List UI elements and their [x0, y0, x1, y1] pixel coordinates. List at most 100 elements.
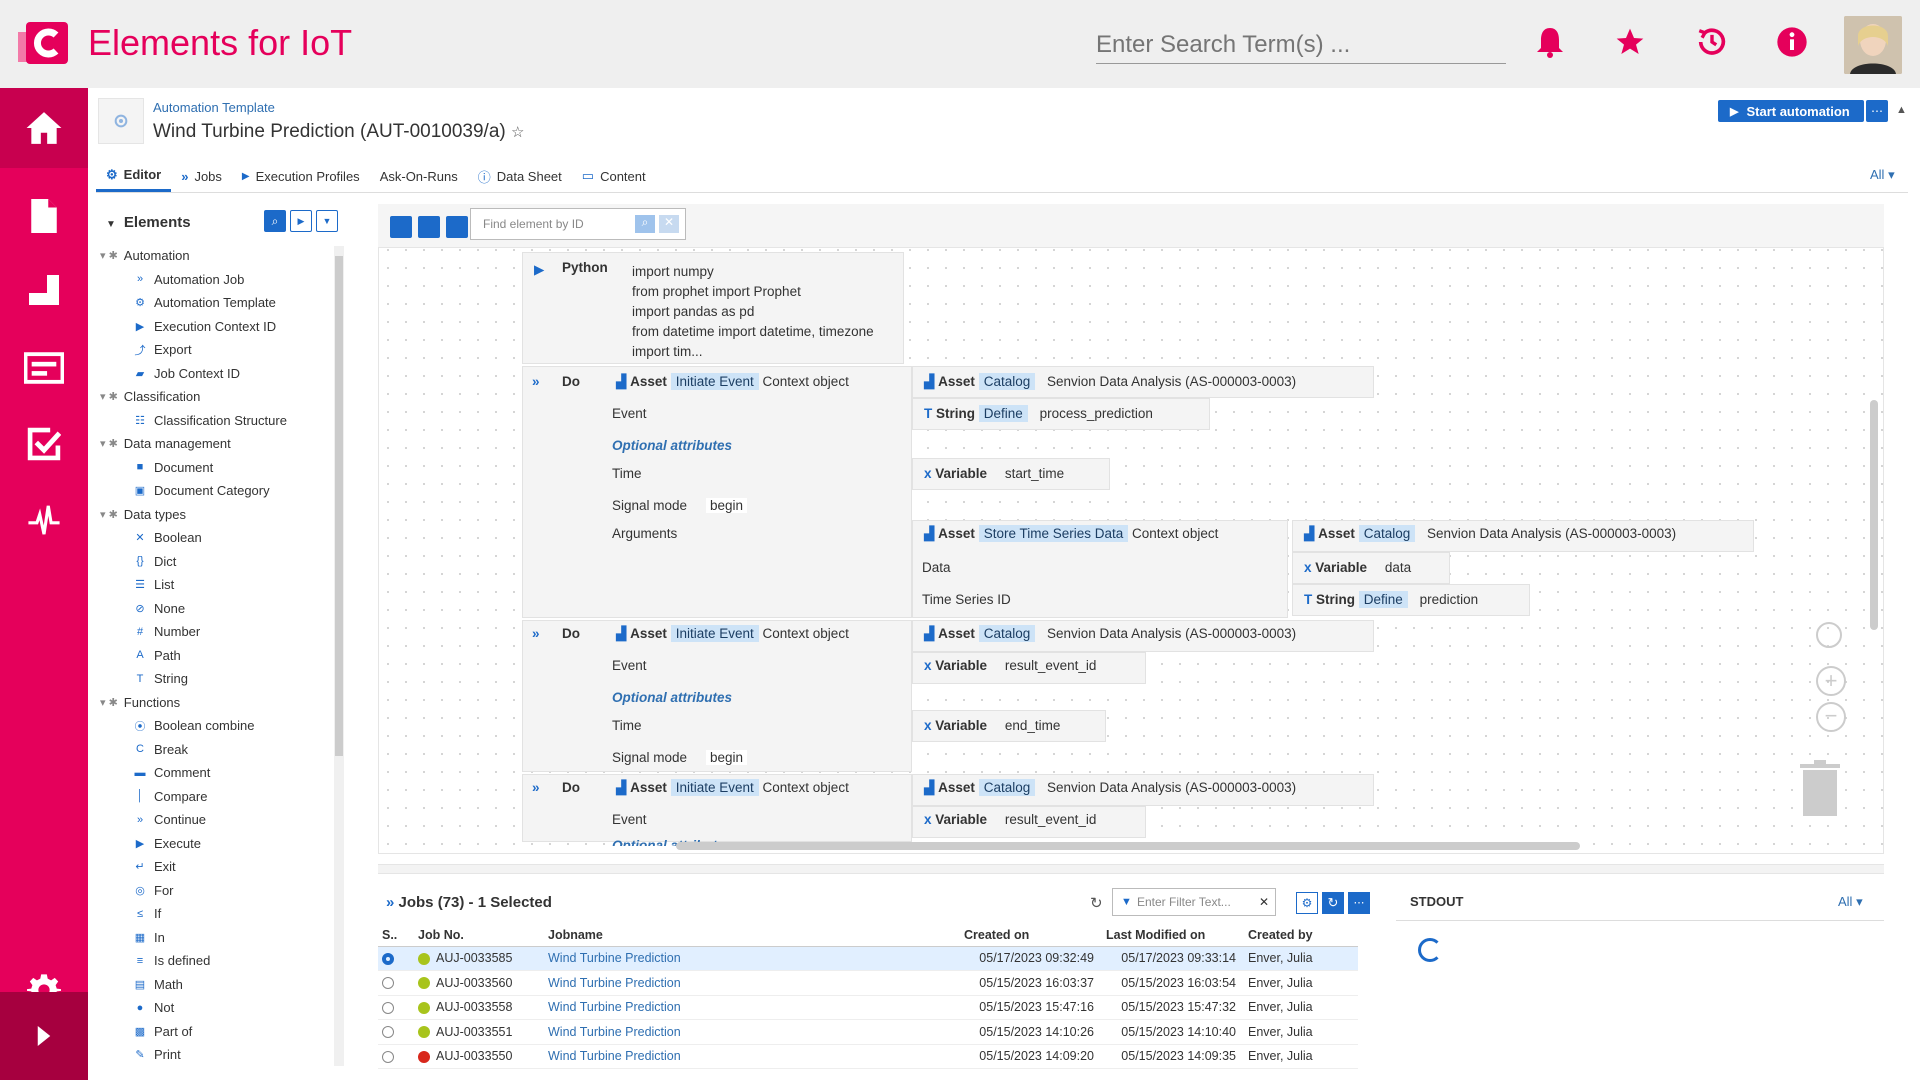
- tree-group[interactable]: ▾ ✱ Data management: [96, 432, 336, 456]
- chevron-down-icon[interactable]: ▾ ✱: [100, 437, 118, 450]
- tree-item[interactable]: ▤ Math: [96, 973, 336, 997]
- tree-item[interactable]: ⤴ Export: [96, 338, 336, 362]
- tree-item[interactable]: T String: [96, 667, 336, 691]
- table-row[interactable]: AUJ-0033550 Wind Turbine Prediction 05/15/…: [378, 1044, 1358, 1069]
- tree-item[interactable]: ⊘ None: [96, 597, 336, 621]
- canvas-vertical-scrollbar[interactable]: [1870, 400, 1878, 630]
- tree-item[interactable]: ▦ In: [96, 926, 336, 950]
- job-link[interactable]: Wind Turbine Prediction: [548, 951, 681, 965]
- info-icon[interactable]: [1772, 22, 1812, 62]
- tree-group[interactable]: ▾ ✱ Automation: [96, 244, 336, 268]
- row-select-cell[interactable]: [378, 946, 414, 971]
- tree-item[interactable]: ▶ Execute: [96, 832, 336, 856]
- col-status[interactable]: S..: [378, 924, 414, 947]
- save-icon[interactable]: [390, 216, 412, 238]
- assets-icon[interactable]: [0, 250, 88, 330]
- jobs-filter-input[interactable]: ▼ Enter Filter Text... ✕: [1112, 888, 1276, 916]
- row-select-cell[interactable]: [378, 1019, 414, 1045]
- tab-jobs[interactable]: » Jobs: [171, 160, 232, 192]
- table-row[interactable]: AUJ-0033558 Wind Turbine Prediction 05/15/…: [378, 995, 1358, 1020]
- tasks-check-icon[interactable]: [0, 404, 88, 484]
- jobs-settings-button[interactable]: ⚙: [1296, 892, 1318, 914]
- table-row[interactable]: AUJ-0033551 Wind Turbine Prediction 05/15/…: [378, 1019, 1358, 1045]
- tree-item[interactable]: ▬ Comment: [96, 761, 336, 785]
- tab-data-sheet[interactable]: ⓘ Data Sheet: [468, 160, 572, 192]
- asset-initiate-row-3[interactable]: ▟ Asset Initiate Event Context object: [616, 779, 849, 796]
- signal-mode-value[interactable]: begin: [706, 750, 748, 765]
- tree-item[interactable]: {} Dict: [96, 550, 336, 574]
- tree-item[interactable]: ▣ Document Category: [96, 479, 336, 503]
- tree-item[interactable]: ☷ Classification Structure: [96, 409, 336, 433]
- col-created-by[interactable]: Created by: [1244, 924, 1358, 947]
- tree-item[interactable]: ◎ For: [96, 879, 336, 903]
- find-search-icon[interactable]: ⌕: [635, 215, 655, 233]
- more-actions-button[interactable]: ⋯: [1866, 100, 1888, 122]
- asset-initiate-row-1[interactable]: ▟ Asset Initiate Event Context object: [616, 373, 849, 390]
- col-last-modified[interactable]: Last Modified on: [1102, 924, 1244, 947]
- home-icon[interactable]: [0, 88, 88, 168]
- tree-item[interactable]: ■ Document: [96, 456, 336, 480]
- global-search-input[interactable]: [1096, 26, 1506, 64]
- table-row[interactable]: AUJ-0033560 Wind Turbine Prediction 05/15/…: [378, 970, 1358, 996]
- collapse-header-icon[interactable]: ▲: [1896, 104, 1907, 116]
- tree-item[interactable]: ⦿ Boolean combine: [96, 714, 336, 738]
- table-row[interactable]: AUJ-0033585 Wind Turbine Prediction 05/17/…: [378, 946, 1358, 971]
- job-link[interactable]: Wind Turbine Prediction: [548, 1049, 681, 1063]
- tree-item[interactable]: » Automation Job: [96, 268, 336, 292]
- row-radio[interactable]: [382, 1026, 394, 1039]
- row-radio[interactable]: [382, 952, 394, 965]
- row-radio[interactable]: [382, 1050, 394, 1063]
- favorite-star-icon[interactable]: ☆: [511, 124, 524, 141]
- tree-item[interactable]: │ Compare: [96, 785, 336, 809]
- document-icon[interactable]: [0, 176, 88, 256]
- tree-item[interactable]: ↵ Exit: [96, 855, 336, 879]
- canvas-horizontal-scrollbar[interactable]: [676, 842, 1580, 850]
- jobs-reload-button[interactable]: ↻: [1322, 892, 1344, 914]
- zoom-out-icon[interactable]: −: [1816, 702, 1846, 732]
- tree-item[interactable]: ✕ Boolean: [96, 526, 336, 550]
- tab-ask-on-runs[interactable]: Ask-On-Runs: [370, 160, 468, 192]
- optional-attributes-label[interactable]: Optional attributes: [612, 438, 732, 453]
- find-clear-icon[interactable]: ✕: [659, 215, 679, 233]
- tree-item[interactable]: ▰ Job Context ID: [96, 362, 336, 386]
- stdout-filter-dropdown[interactable]: All ▾: [1838, 894, 1863, 910]
- elements-next-button[interactable]: ▶: [290, 210, 312, 232]
- activity-pulse-icon[interactable]: [0, 480, 88, 560]
- trash-icon[interactable]: [1800, 760, 1840, 818]
- tree-group[interactable]: ▾ ✱ Classification: [96, 385, 336, 409]
- jobname-cell[interactable]: Wind Turbine Prediction: [544, 1044, 960, 1069]
- zoom-in-icon[interactable]: +: [1816, 666, 1846, 696]
- chevron-down-icon[interactable]: ▾ ✱: [100, 249, 118, 262]
- jobname-cell[interactable]: Wind Turbine Prediction: [544, 995, 960, 1020]
- history-icon[interactable]: [1692, 22, 1732, 62]
- chevron-down-icon[interactable]: ▾ ✱: [100, 390, 118, 403]
- jobname-cell[interactable]: Wind Turbine Prediction: [544, 946, 960, 971]
- do-block-1[interactable]: [522, 366, 912, 618]
- tree-item[interactable]: ≤ If: [96, 902, 336, 926]
- clear-filter-icon[interactable]: ✕: [1259, 895, 1269, 909]
- tree-item[interactable]: ☰ List: [96, 573, 336, 597]
- bell-icon[interactable]: [1530, 22, 1570, 62]
- expand-sidebar-icon[interactable]: [0, 992, 88, 1080]
- jobname-cell[interactable]: Wind Turbine Prediction: [544, 1019, 960, 1045]
- tab-editor[interactable]: ⚙ Editor: [96, 160, 172, 192]
- tree-item[interactable]: ✎ Print: [96, 1043, 336, 1067]
- save-version-icon[interactable]: [446, 216, 468, 238]
- col-job-no[interactable]: Job No.: [414, 924, 544, 947]
- jobs-more-button[interactable]: ⋯: [1348, 892, 1370, 914]
- row-radio[interactable]: [382, 1001, 394, 1014]
- tree-item[interactable]: ● Not: [96, 996, 336, 1020]
- elements-scrollbar[interactable]: [334, 246, 344, 1066]
- user-avatar[interactable]: [1844, 16, 1902, 74]
- breadcrumb[interactable]: Automation Template: [153, 100, 275, 115]
- signal-mode-value[interactable]: begin: [706, 498, 748, 513]
- elements-search-button[interactable]: ⌕: [264, 210, 286, 232]
- save-as-icon[interactable]: [418, 216, 440, 238]
- elements-scroll-thumb[interactable]: [335, 256, 343, 756]
- tree-item[interactable]: ≡ Is defined: [96, 949, 336, 973]
- jobname-cell[interactable]: Wind Turbine Prediction: [544, 970, 960, 996]
- center-target-icon[interactable]: [1816, 622, 1842, 648]
- tree-item[interactable]: # Number: [96, 620, 336, 644]
- row-radio[interactable]: [382, 977, 394, 990]
- tree-item[interactable]: C Break: [96, 738, 336, 762]
